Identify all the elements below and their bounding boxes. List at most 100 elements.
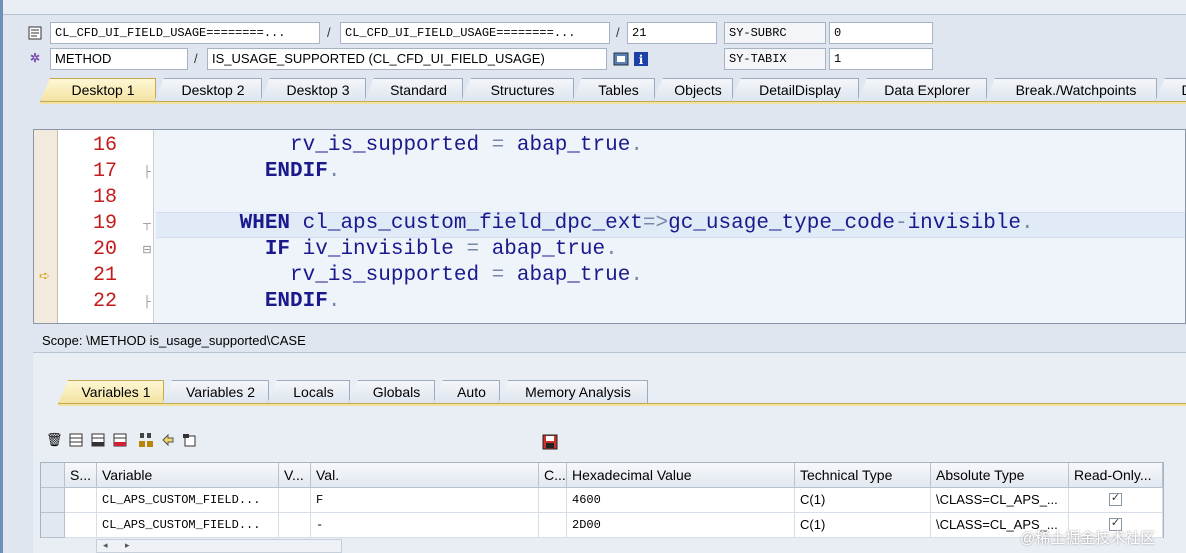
table-cell-variable[interactable]: CL_APS_CUSTOM_FIELD... xyxy=(97,513,279,538)
tab-desktop-6[interactable]: Tables xyxy=(572,78,655,102)
tab-variables-5[interactable]: Auto xyxy=(433,380,500,404)
source-code-editor[interactable]: ➪ 16 rv_is_supported = abap_true. 17 ├ END… xyxy=(33,129,1186,324)
watermark: @稀土掘金技术社区 xyxy=(1020,530,1156,547)
table-cell-hex[interactable]: 2D00 xyxy=(567,513,795,538)
separator: / xyxy=(616,25,620,40)
tab-desktop-11[interactable]: Dif xyxy=(1155,78,1186,102)
table-cell-hex[interactable]: 4600 xyxy=(567,488,795,513)
tab-desktop-2[interactable]: Desktop 2 xyxy=(154,78,262,102)
sysfield-label-tabix[interactable]: SY-TABIX xyxy=(724,48,826,70)
column-header[interactable]: Val. xyxy=(311,463,539,488)
column-header[interactable]: S... xyxy=(65,463,97,488)
tab-desktop-10[interactable]: Break./Watchpoints xyxy=(985,78,1157,102)
column-header[interactable]: Technical Type xyxy=(795,463,931,488)
column-header[interactable]: V... xyxy=(279,463,311,488)
code-line[interactable]: ENDIF. xyxy=(164,159,341,185)
fold-guide: ├ xyxy=(143,296,151,308)
line-number: 19 xyxy=(92,212,117,235)
delete-row-icon[interactable] xyxy=(112,432,128,448)
code-keyword: WHEN xyxy=(239,212,303,235)
table-cell-tech[interactable]: C(1) xyxy=(795,513,931,538)
line-number: 21 xyxy=(92,264,117,287)
table-cell xyxy=(539,488,567,513)
sysfield-value-tabix[interactable]: 1 xyxy=(829,48,933,70)
row-selector[interactable] xyxy=(41,488,65,513)
sysfield-label-subrc[interactable]: SY-SUBRC xyxy=(724,22,826,44)
event-type-field[interactable]: METHOD xyxy=(50,48,188,70)
code-line[interactable]: rv_is_supported = abap_true. xyxy=(164,263,643,289)
code-operator: . xyxy=(630,264,643,287)
table-cell xyxy=(279,513,311,538)
tab-variables-4[interactable]: Globals xyxy=(348,380,435,404)
column-header[interactable]: C... xyxy=(539,463,567,488)
scope-label: Scope: \METHOD is_usage_supported\CASE xyxy=(42,333,306,348)
table-cell-val[interactable]: - xyxy=(311,513,539,538)
fold-collapse-icon[interactable]: ⊟ xyxy=(141,237,153,263)
navigate-icon[interactable] xyxy=(613,51,629,67)
include-field[interactable]: CL_CFD_UI_FIELD_USAGE========... xyxy=(340,22,610,44)
method-icon: ✲ xyxy=(29,51,41,65)
grid-corner[interactable] xyxy=(41,463,65,488)
row-selector[interactable] xyxy=(41,513,65,538)
table-cell-readonly: ✓ xyxy=(1069,488,1163,513)
program-field[interactable]: CL_CFD_UI_FIELD_USAGE========... xyxy=(50,22,320,44)
delete-icon[interactable]: 🗑 xyxy=(46,432,63,448)
tab-variables-6[interactable]: Memory Analysis xyxy=(498,380,648,404)
tab-desktop-7[interactable]: Objects xyxy=(653,78,733,102)
svg-text:i: i xyxy=(639,53,644,67)
line-number: 20 xyxy=(92,238,117,261)
separator: / xyxy=(194,51,198,66)
scroll-right-icon[interactable]: ▸ xyxy=(125,540,130,551)
column-header[interactable]: Hexadecimal Value xyxy=(567,463,795,488)
code-line[interactable]: IF iv_invisible = abap_true. xyxy=(164,237,618,263)
hierarchy-icon[interactable] xyxy=(138,432,154,448)
breakpoint-column[interactable] xyxy=(34,130,58,323)
horizontal-scrollbar[interactable]: ◂ ▸ xyxy=(96,539,342,553)
tab-variables-3[interactable]: Locals xyxy=(267,380,350,404)
navigate-arrows-icon[interactable] xyxy=(160,432,176,448)
table-cell-val[interactable]: F xyxy=(311,488,539,513)
change-layout-icon[interactable] xyxy=(182,432,198,448)
code-line[interactable]: rv_is_supported = abap_true. xyxy=(164,133,643,159)
tab-desktop-8[interactable]: DetailDisplay xyxy=(731,78,859,102)
info-icon[interactable]: i xyxy=(633,51,649,67)
tab-desktop-4[interactable]: Standard xyxy=(364,78,463,102)
line-number-field[interactable]: 21 xyxy=(627,22,717,44)
table-cell-variable[interactable]: CL_APS_CUSTOM_FIELD... xyxy=(97,488,279,513)
scroll-left-icon[interactable]: ◂ xyxy=(103,540,108,551)
code-keyword: ENDIF xyxy=(264,290,328,313)
tab-variables-1[interactable]: Variables 1 xyxy=(58,380,164,404)
code-keyword: ENDIF xyxy=(264,160,328,183)
tab-desktop-5[interactable]: Structures xyxy=(461,78,574,102)
tab-desktop-3[interactable]: Desktop 3 xyxy=(260,78,366,102)
table-cell-abs[interactable]: \CLASS=CL_APS_... xyxy=(931,488,1069,513)
column-header[interactable]: Absolute Type xyxy=(931,463,1069,488)
table-cell xyxy=(279,488,311,513)
code-operator: - xyxy=(894,212,908,235)
code-line[interactable]: ENDIF. xyxy=(164,289,341,315)
save-icon[interactable] xyxy=(542,434,558,450)
event-name-field[interactable]: IS_USAGE_SUPPORTED (CL_CFD_UI_FIELD_USAG… xyxy=(207,48,607,70)
code-identifier: rv_is_supported xyxy=(290,134,492,157)
code-identifier: abap_true xyxy=(516,264,631,287)
code-identifier: iv_invisible xyxy=(302,238,467,261)
column-header[interactable]: Read-Only... xyxy=(1069,463,1163,488)
table-cell-tech[interactable]: C(1) xyxy=(795,488,931,513)
variables-grid[interactable]: S... Variable V... Val. C... Hexadecimal Valu… xyxy=(40,462,1164,538)
readonly-checkbox[interactable]: ✓ xyxy=(1109,493,1122,506)
column-header[interactable]: Variable xyxy=(97,463,279,488)
code-line[interactable]: WHEN cl_aps_custom_field_dpc_ext=>gc_usa… xyxy=(164,211,1034,237)
append-row-icon[interactable] xyxy=(90,432,106,448)
code-identifier: abap_true xyxy=(516,134,631,157)
top-toolbar-strip xyxy=(0,0,1186,15)
program-icon xyxy=(27,25,43,41)
fold-guide: ├ xyxy=(143,166,151,178)
table-cell xyxy=(65,513,97,538)
tab-variables-2[interactable]: Variables 2 xyxy=(162,380,269,404)
tab-desktop-1[interactable]: Desktop 1 xyxy=(40,78,156,102)
sysfield-value-subrc[interactable]: 0 xyxy=(829,22,933,44)
code-identifier: abap_true xyxy=(491,238,606,261)
line-number: 18 xyxy=(92,186,117,209)
tab-desktop-9[interactable]: Data Explorer xyxy=(857,78,987,102)
insert-row-icon[interactable] xyxy=(68,432,84,448)
